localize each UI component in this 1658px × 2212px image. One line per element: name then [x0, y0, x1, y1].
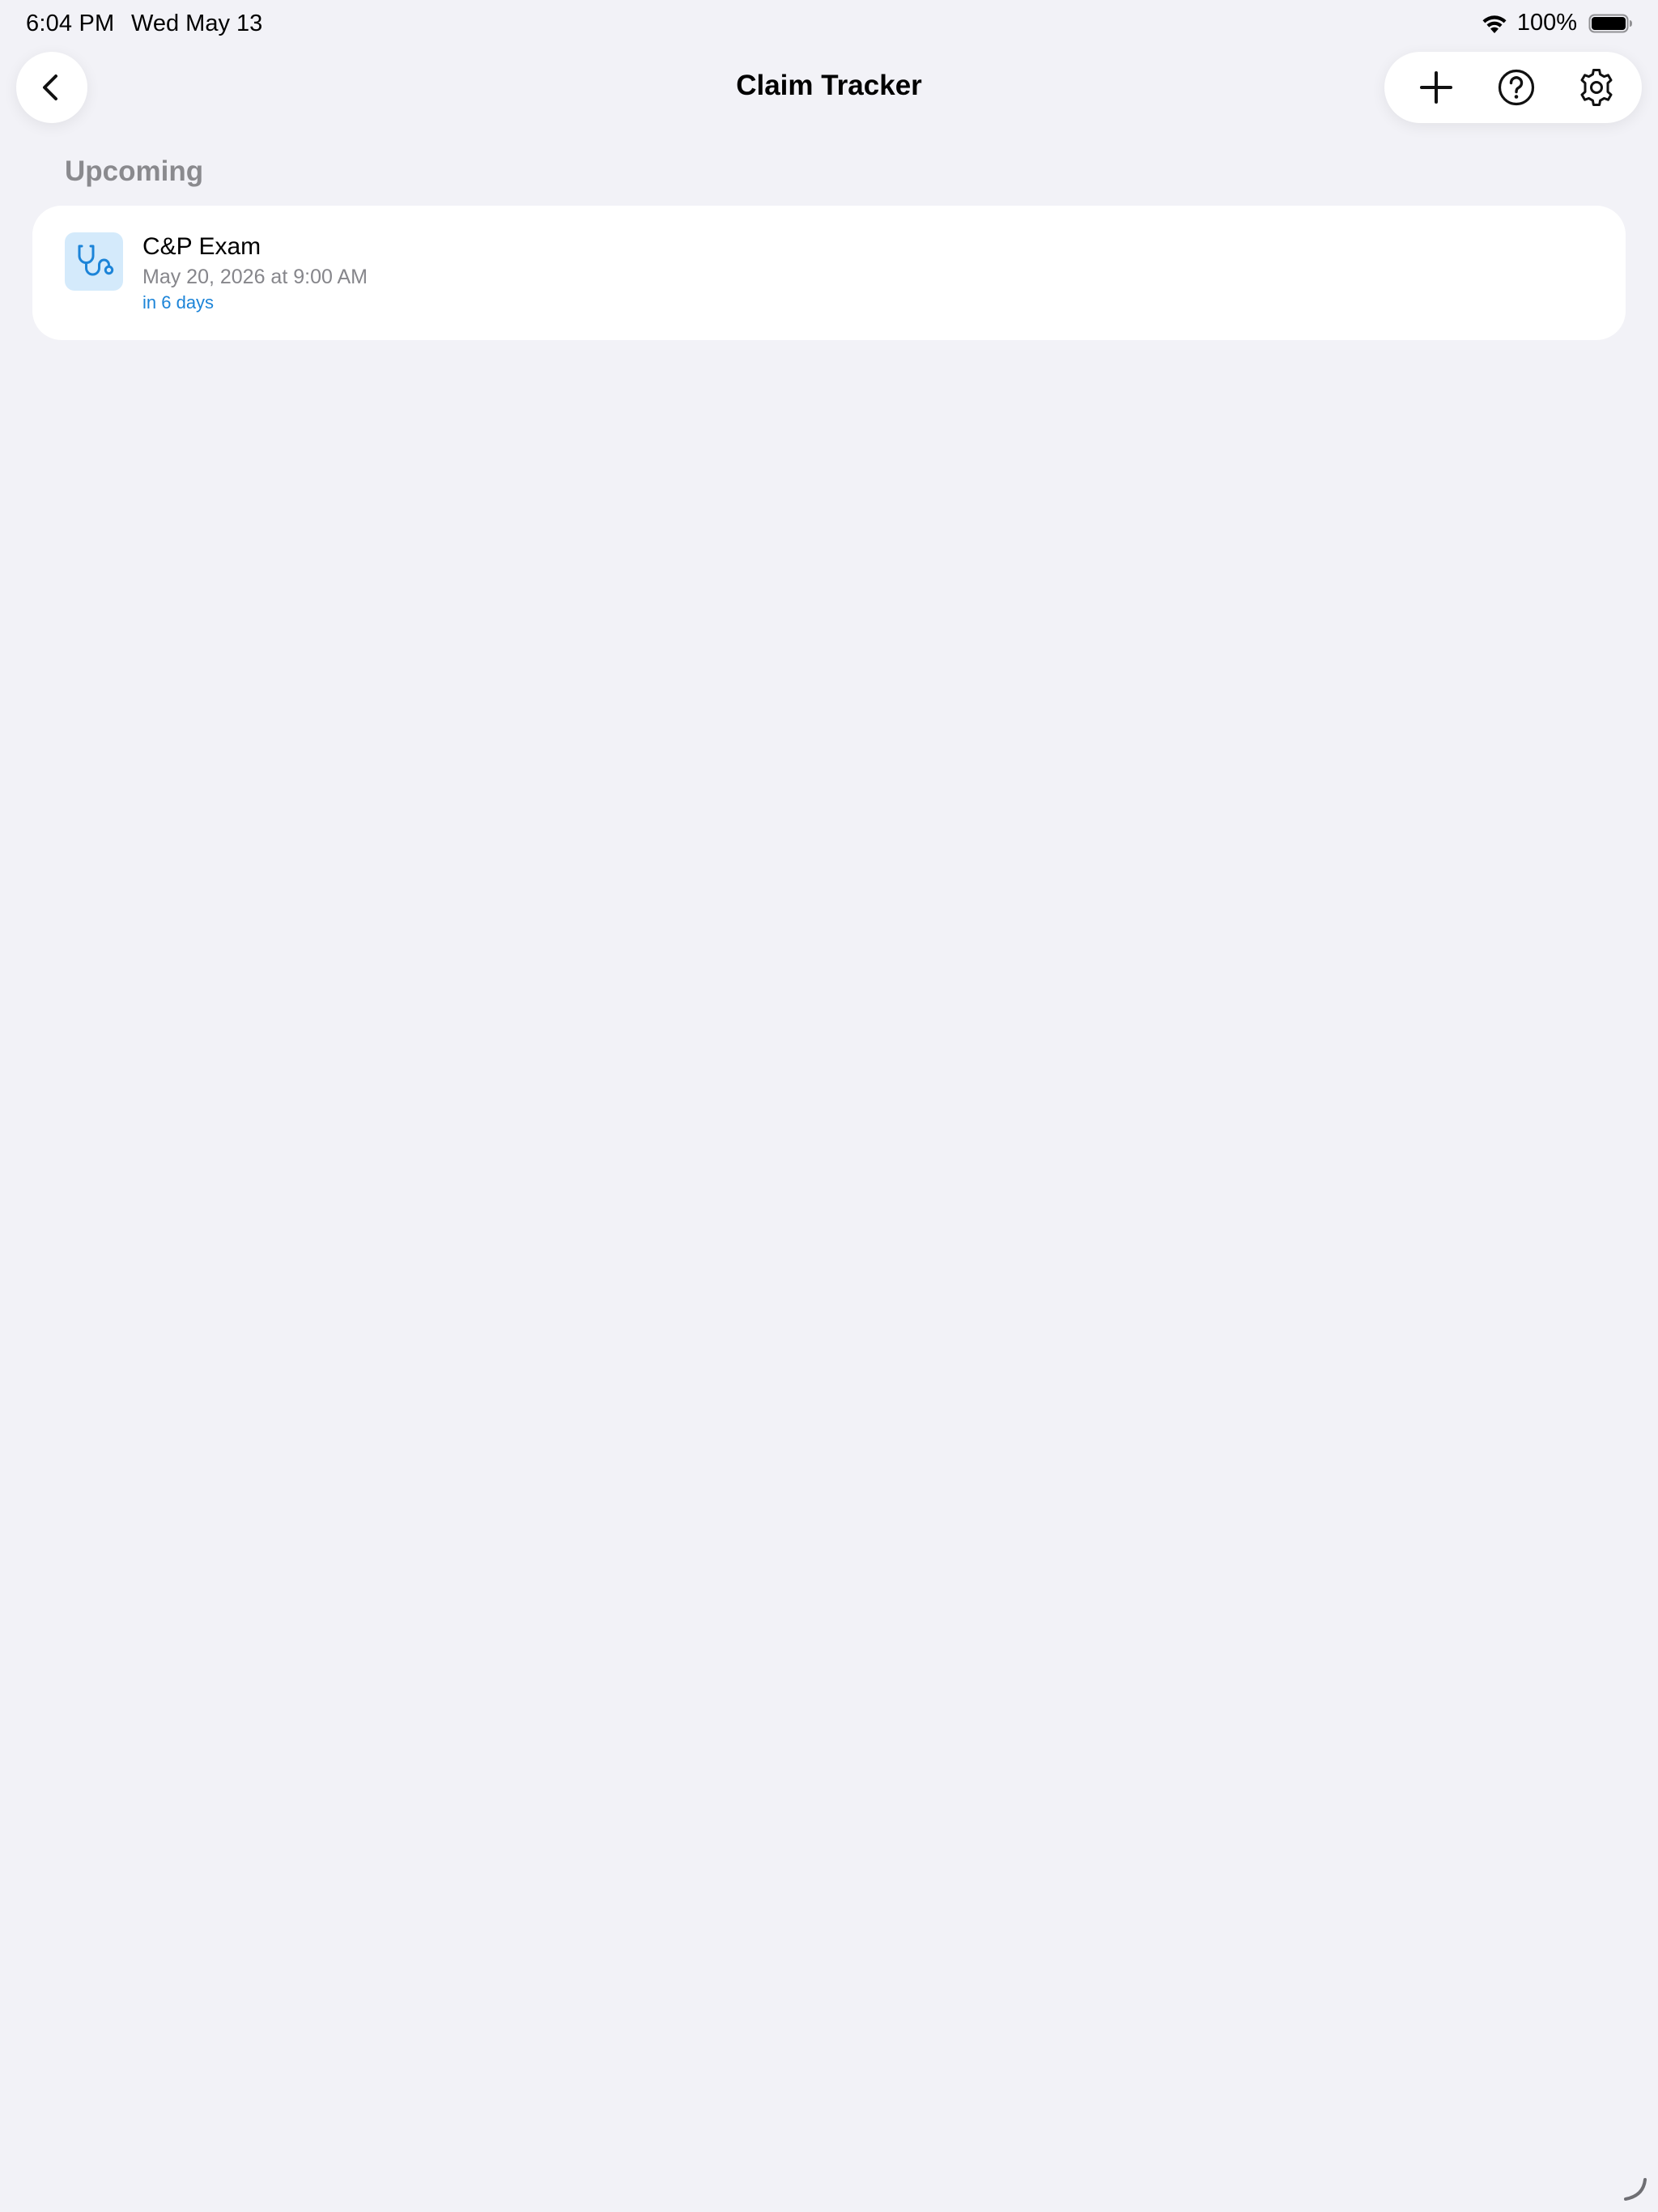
screen: 6:04 PM Wed May 13 100% Claim Tracker Up…: [0, 0, 1658, 2212]
section-header-upcoming: Upcoming: [65, 155, 204, 187]
status-time: 6:04 PM: [26, 11, 115, 36]
gear-icon: [1580, 69, 1613, 106]
item-icon-tile: [65, 232, 123, 291]
item-datetime: May 20, 2026 at 9:00 AM: [142, 266, 368, 288]
stethoscope-icon: [78, 245, 114, 276]
upcoming-item-card[interactable]: C&P Exam May 20, 2026 at 9:00 AM in 6 da…: [32, 206, 1626, 340]
question-circle-icon: [1498, 69, 1535, 106]
item-countdown: in 6 days: [142, 292, 215, 313]
wifi-icon: [1482, 15, 1507, 33]
item-title: C&P Exam: [142, 233, 261, 260]
resize-handle-icon[interactable]: [1621, 2175, 1650, 2204]
status-bar: 6:04 PM Wed May 13 100%: [0, 0, 1658, 52]
battery-icon: [1588, 14, 1632, 32]
add-button[interactable]: [1397, 52, 1475, 123]
plus-icon: [1420, 71, 1452, 104]
toolbar-group: [1384, 52, 1642, 123]
battery-percent: 100%: [1516, 10, 1577, 36]
status-date: Wed May 13: [131, 11, 263, 36]
help-button[interactable]: [1477, 52, 1555, 123]
settings-button[interactable]: [1558, 52, 1635, 123]
status-indicators: 100%: [1480, 10, 1634, 36]
